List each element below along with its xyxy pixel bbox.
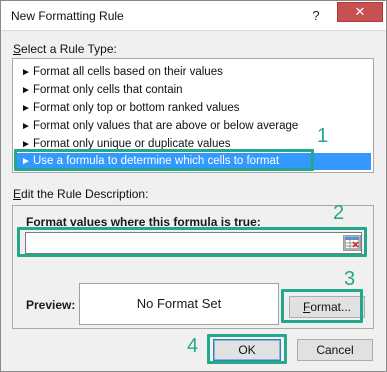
arrow-icon: ► <box>21 121 31 132</box>
callout-number-2: 2 <box>333 202 345 224</box>
arrow-icon: ► <box>21 85 31 96</box>
rule-type-label: Select a Rule Type: <box>13 42 117 56</box>
arrow-icon: ► <box>21 67 31 78</box>
callout-box-2 <box>17 227 367 257</box>
rule-item-top-bottom[interactable]: ► Format only top or bottom ranked values <box>15 100 371 117</box>
rule-item-all-cells[interactable]: ► Format all cells based on their values <box>15 64 371 81</box>
edit-description-label: Edit the Rule Description: <box>13 187 149 201</box>
callout-number-3: 3 <box>344 268 356 290</box>
callout-number-1: 1 <box>317 125 329 147</box>
close-button[interactable]: ✕ <box>337 2 383 22</box>
preview-box: No Format Set <box>79 283 279 325</box>
callout-box-3 <box>281 289 363 323</box>
rule-item-cells-contain[interactable]: ► Format only cells that contain <box>15 82 371 99</box>
window-title: New Formatting Rule <box>11 9 124 23</box>
title-bar: New Formatting Rule ? ✕ <box>1 1 386 31</box>
arrow-icon: ► <box>21 103 31 114</box>
new-formatting-rule-dialog: New Formatting Rule ? ✕ Select a Rule Ty… <box>0 0 387 372</box>
callout-number-4: 4 <box>187 335 199 357</box>
cancel-button[interactable]: Cancel <box>297 339 373 361</box>
callout-box-1 <box>14 149 314 171</box>
callout-box-4 <box>207 334 287 364</box>
preview-label: Preview: <box>26 298 76 312</box>
help-button[interactable]: ? <box>305 6 327 26</box>
